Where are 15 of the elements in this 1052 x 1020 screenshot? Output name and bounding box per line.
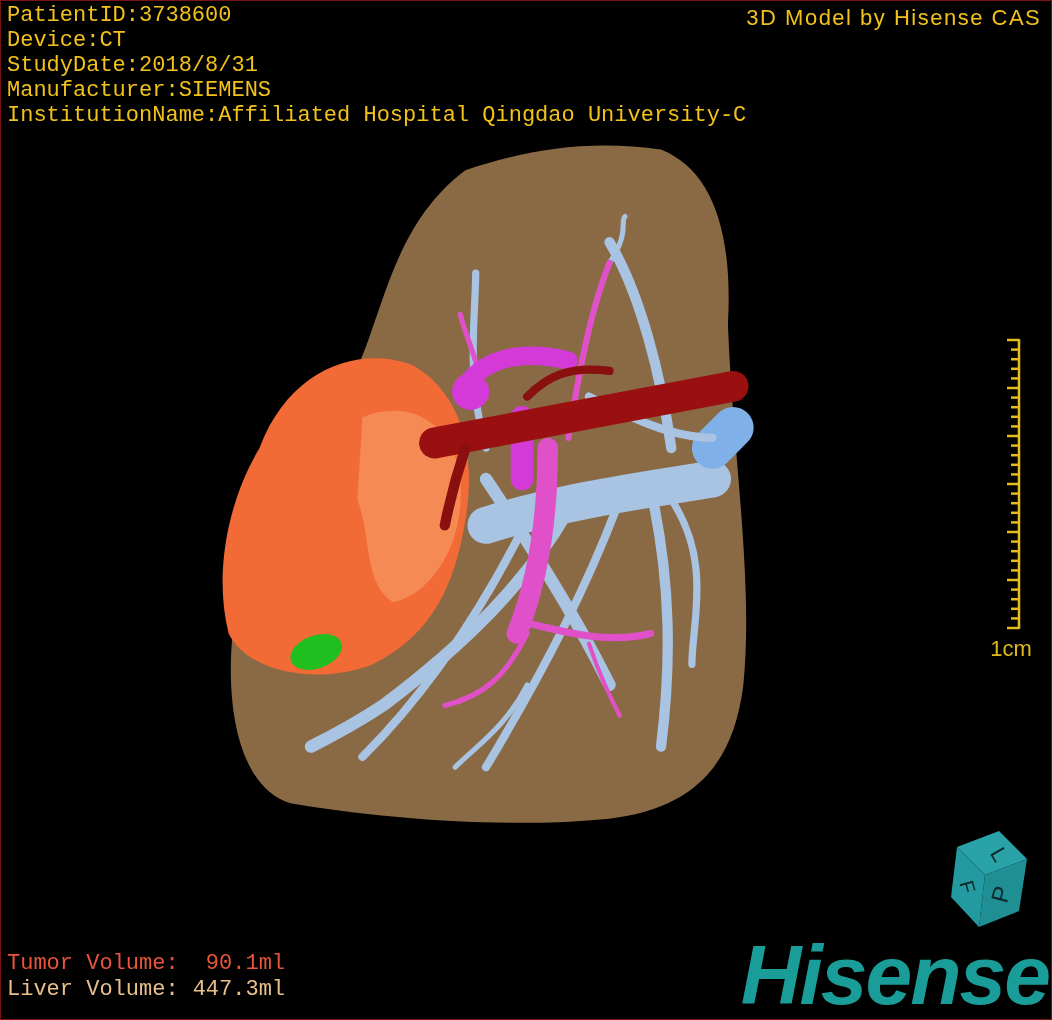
study-info-text: Device:CT (7, 28, 127, 53)
model-title: 3D Model by Hisense CAS (746, 4, 1042, 32)
cube-face-letter: L (985, 843, 1013, 867)
study-info-text: PatientID:3738600 (7, 3, 233, 28)
cube-face-letter: F (955, 878, 980, 896)
brand-logo: Hisense (740, 937, 1049, 1013)
volume-label: Tumor Volume: (7, 951, 179, 977)
study-info-text: InstitutionName:Affiliated Hospital Qingdao University-C (7, 103, 747, 128)
scale-label: 1cm (990, 635, 1032, 662)
cube-face-letter: P (985, 883, 1016, 906)
volume-value: 90.1ml (204, 951, 286, 977)
volume-value: 447.3ml (192, 977, 286, 1003)
study-info-text: StudyDate:2018/8/31 (7, 53, 259, 78)
volume-label: Liver Volume: (7, 977, 179, 1003)
study-info-text: Manufacturer:SIEMENS (7, 78, 273, 103)
